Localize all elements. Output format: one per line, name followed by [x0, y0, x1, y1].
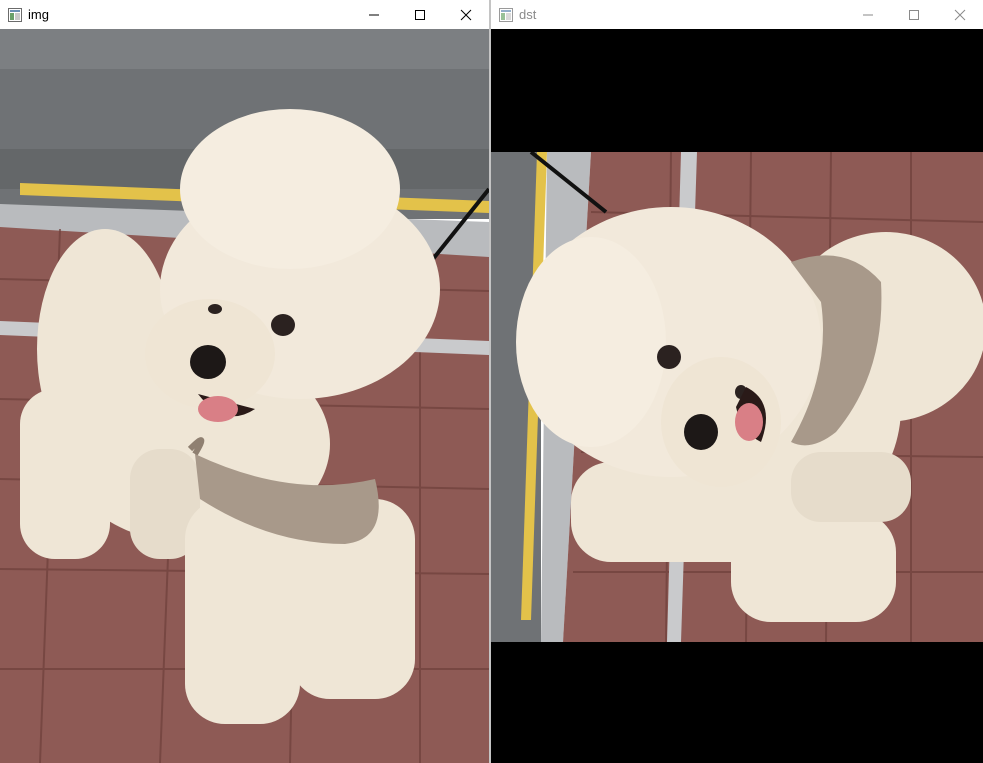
minimize-icon	[863, 14, 873, 15]
window-dst: dst	[491, 0, 983, 763]
window-img: img	[0, 0, 489, 763]
letterbox-top	[491, 29, 983, 152]
titlebar-dst[interactable]: dst	[491, 0, 983, 29]
letterbox-bottom	[491, 642, 983, 763]
close-icon	[954, 9, 966, 20]
caption-buttons	[845, 0, 983, 29]
minimize-icon	[369, 14, 379, 15]
close-button[interactable]	[443, 0, 489, 29]
maximize-icon	[909, 9, 919, 20]
image-canvas-img	[0, 29, 489, 763]
close-icon	[460, 9, 472, 20]
dog-photo-rotated	[491, 152, 983, 642]
close-button[interactable]	[937, 0, 983, 29]
minimize-button[interactable]	[845, 0, 891, 29]
maximize-button[interactable]	[891, 0, 937, 29]
caption-buttons	[351, 0, 489, 29]
titlebar-img[interactable]: img	[0, 0, 489, 29]
window-title: img	[28, 7, 49, 22]
maximize-icon	[415, 9, 425, 20]
dog-photo	[0, 29, 489, 763]
opencv-window-icon	[499, 7, 513, 22]
image-canvas-dst	[491, 29, 983, 763]
window-title: dst	[519, 7, 537, 22]
opencv-window-icon	[8, 7, 22, 22]
minimize-button[interactable]	[351, 0, 397, 29]
maximize-button[interactable]	[397, 0, 443, 29]
